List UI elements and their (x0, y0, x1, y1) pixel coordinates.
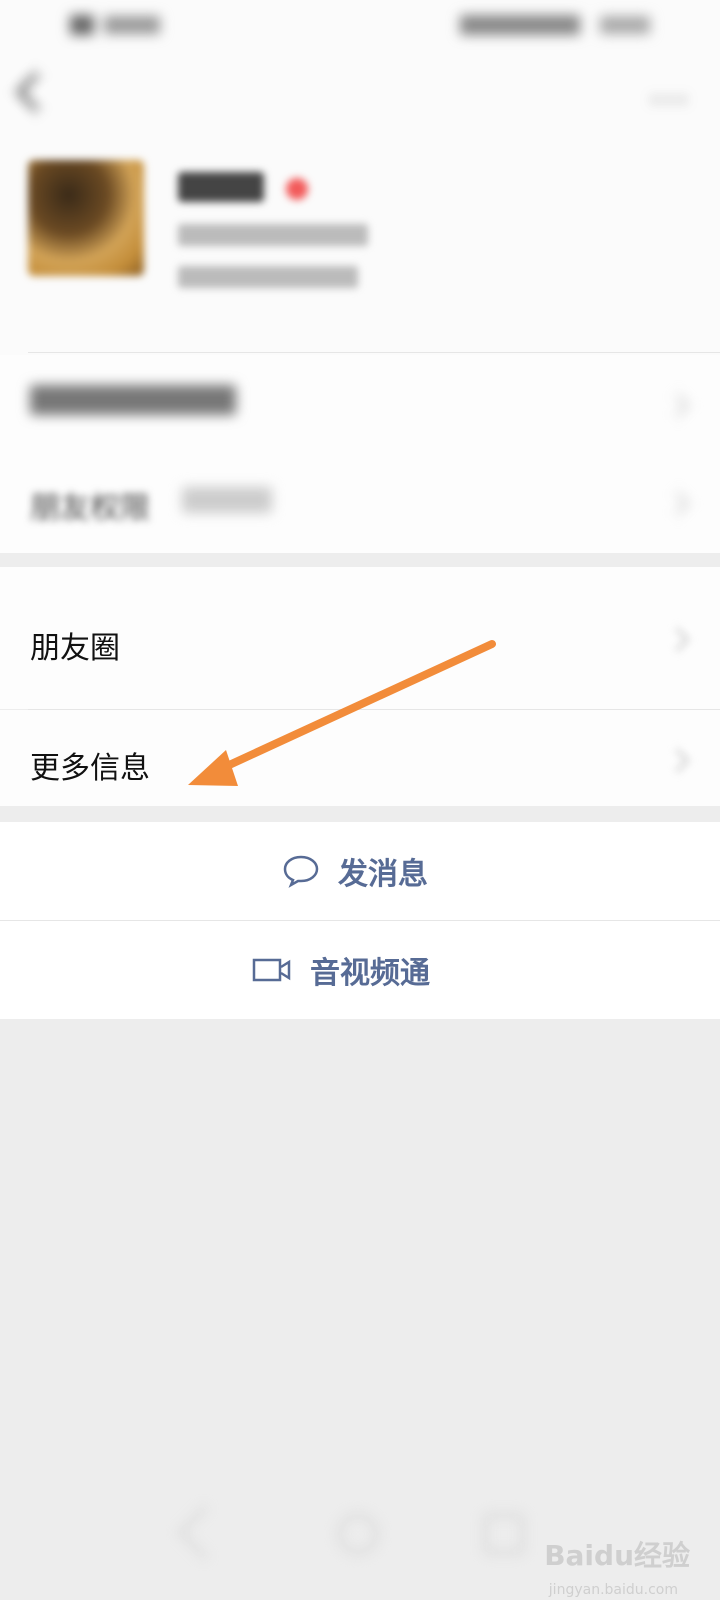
more-info-row[interactable]: 更多信息 (0, 710, 720, 806)
send-message-button[interactable]: 发消息 (0, 822, 720, 920)
remark-tags-label (30, 385, 236, 415)
chat-bubble-icon (283, 855, 319, 888)
baidu-watermark: Baidu经验 (544, 1539, 690, 1572)
more-info-label: 更多信息 (30, 751, 150, 786)
avatar[interactable] (28, 160, 144, 276)
video-call-button[interactable]: 音视频通 (0, 921, 720, 1019)
clock-placeholder (600, 16, 650, 34)
nickname (178, 172, 264, 202)
send-message-label: 发消息 (338, 857, 428, 892)
region (178, 266, 358, 288)
baidu-watermark-url: jingyan.baidu.com (548, 1582, 678, 1598)
video-camera-icon (252, 958, 291, 982)
moments-row[interactable]: 朋友圈 (0, 567, 720, 709)
status-left (60, 10, 160, 40)
profile-card (28, 160, 692, 290)
wifi-icon (104, 16, 160, 34)
nav-recent-icon[interactable] (484, 1514, 524, 1554)
remark-tags-row[interactable] (0, 355, 720, 453)
friend-permissions-value (182, 487, 272, 513)
nav-back-icon[interactable] (178, 1506, 231, 1559)
chevron-right-icon (665, 748, 690, 773)
nav-home-icon[interactable] (338, 1514, 378, 1554)
more-icon[interactable]: ··· (650, 80, 690, 121)
gender-icon (286, 178, 308, 200)
status-bar (60, 10, 650, 40)
status-right (460, 10, 650, 40)
profile-header-area: ··· 朋友权限 (0, 0, 720, 560)
moments-label: 朋友圈 (30, 631, 120, 666)
signal-icon (70, 15, 94, 35)
chevron-right-icon (665, 491, 690, 516)
friend-permissions-label: 朋友权限 (30, 491, 150, 526)
chevron-right-icon (665, 393, 690, 418)
profile-divider (28, 352, 720, 353)
section-gap (0, 553, 720, 567)
battery-icon (460, 15, 580, 35)
video-call-label: 音视频通 (310, 956, 430, 991)
back-icon[interactable] (16, 72, 56, 112)
wechat-id (178, 224, 368, 246)
section-gap (0, 806, 720, 822)
friend-permissions-row[interactable]: 朋友权限 (0, 453, 720, 553)
chevron-right-icon (665, 627, 690, 652)
